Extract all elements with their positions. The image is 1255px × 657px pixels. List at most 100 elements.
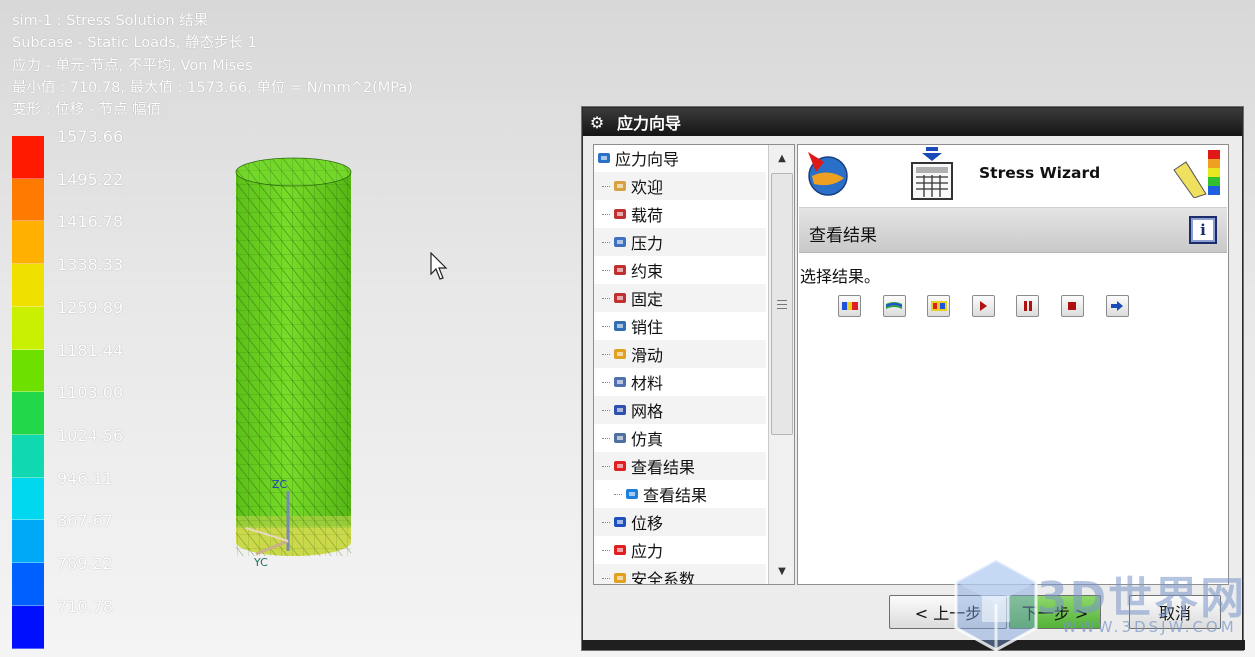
- contour-plot-icon[interactable]: [838, 295, 861, 317]
- tree-item-label: 欢迎: [631, 178, 664, 197]
- tree-item[interactable]: 滑动: [594, 340, 766, 368]
- tree-item[interactable]: 查看结果: [594, 452, 766, 480]
- info-line-subcase: Subcase - Static Loads, 静态步长 1: [12, 35, 257, 52]
- legend-swatch: [12, 477, 44, 521]
- wizard-header: Stress Wizard: [798, 145, 1228, 203]
- tree-item[interactable]: 载荷: [594, 200, 766, 228]
- legend-value-label: 789.22: [57, 554, 113, 574]
- tree-item-label: 网格: [631, 402, 664, 421]
- gear-icon[interactable]: ⚙: [587, 112, 607, 132]
- deformed-plot-icon[interactable]: [882, 295, 906, 317]
- cube-logo-icon: [954, 558, 1038, 652]
- legend-swatch: [12, 435, 44, 478]
- tree-item[interactable]: 网格: [594, 396, 766, 424]
- legend-swatch: [12, 264, 44, 307]
- watermark-title: 3D世界网: [1037, 573, 1247, 624]
- legend-value-label: 1338.33: [57, 255, 124, 275]
- wizard-step-tree[interactable]: 应力向导 欢迎 载荷 压力 约束 固定 销住 滑动 材料 网格 仿真 查看结果 查看结果 位移 应力 安全系数…: [593, 144, 795, 585]
- pause-icon[interactable]: [1016, 295, 1040, 317]
- legend-value-label: 867.67: [57, 511, 113, 531]
- legend-swatch: [12, 563, 44, 606]
- info-line-minmax: 最小值 : 710.78, 最大值 : 1573.66, 单位 = N/mm^2…: [12, 79, 413, 96]
- results-current-icon: [624, 486, 640, 502]
- tree-item[interactable]: 材料: [594, 368, 766, 396]
- legend-value-label: 1416.78: [57, 212, 124, 232]
- info-line-solution: sim-1 : Stress Solution 结果: [12, 13, 209, 29]
- yc-axis-label: YC: [253, 556, 268, 569]
- legend-value-label: 1573.66: [57, 127, 124, 146]
- tree-item-label: 应力: [631, 542, 664, 561]
- legend-swatch: [12, 178, 44, 222]
- legend-value-label: 710.78: [57, 596, 113, 616]
- tree-item-label: 固定: [631, 290, 664, 309]
- legend-swatch: [12, 221, 44, 265]
- dialog-titlebar[interactable]: ⚙ 应力向导: [583, 108, 1242, 136]
- tree-item[interactable]: 应力向导: [594, 145, 766, 172]
- scroll-up-icon[interactable]: ▲: [769, 145, 794, 171]
- tree-item-label: 约束: [631, 262, 664, 281]
- mouse-cursor-icon: [430, 252, 448, 280]
- tree-item[interactable]: 压力: [594, 228, 766, 256]
- tree-connector: [602, 269, 610, 271]
- tree-item[interactable]: 仿真: [594, 424, 766, 452]
- tree-item[interactable]: 固定: [594, 284, 766, 312]
- tree-item-label: 应力向导: [615, 150, 680, 169]
- stress-model-cylinder[interactable]: ZC YC: [226, 156, 366, 576]
- play-icon[interactable]: [971, 295, 995, 317]
- load-icon: [612, 206, 628, 222]
- legend-value-label: 1495.22: [57, 169, 124, 189]
- tree-connector: [602, 241, 610, 243]
- legend-value-label: 946.11: [57, 468, 113, 488]
- tree-connector: [602, 353, 610, 355]
- site-watermark: 3D世界网 WWW.3DSJW.COM: [952, 556, 1252, 654]
- tree-item[interactable]: 位移: [594, 508, 766, 536]
- tree-connector: [614, 493, 622, 495]
- legend-value-label: 1259.89: [57, 297, 124, 317]
- tree-item[interactable]: 应力: [594, 536, 766, 564]
- tree-connector: [602, 213, 610, 215]
- tree-item[interactable]: 欢迎: [594, 172, 766, 200]
- tree-item[interactable]: 查看结果: [594, 480, 766, 508]
- simulation-icon: [612, 430, 628, 446]
- tree-connector: [602, 465, 610, 467]
- tree-item-label: 销住: [631, 318, 664, 337]
- legend-swatch: [12, 306, 44, 350]
- result-toolbar: [838, 295, 1129, 317]
- material-icon: [612, 374, 628, 390]
- tree-item-label: 安全系数: [631, 570, 696, 585]
- constraint-icon: [612, 262, 628, 278]
- tree-connector: [602, 409, 610, 411]
- pin-icon: [612, 318, 628, 334]
- table-calc-icon: [911, 147, 953, 200]
- stop-icon[interactable]: [1060, 295, 1084, 317]
- tree-connector: [602, 521, 610, 523]
- tree-scrollbar[interactable]: ▲ ▼: [768, 145, 794, 584]
- welcome-icon: [612, 178, 628, 194]
- wizard-step-panel: Stress Wizard 查看结果 i 选择结果。: [797, 144, 1229, 585]
- info-line-deformation: 变形 : 位移 - 节点 幅值: [12, 102, 162, 119]
- legend-value-label: 1103.00: [57, 383, 124, 403]
- tree-item-label: 查看结果: [631, 458, 696, 477]
- legend-swatch: [12, 349, 44, 393]
- tree-item-label: 仿真: [631, 430, 664, 449]
- section-header: 查看结果 i: [799, 207, 1227, 253]
- scroll-down-icon[interactable]: ▼: [769, 558, 794, 584]
- tree-item[interactable]: 约束: [594, 256, 766, 284]
- wizard-icon: [596, 150, 612, 166]
- fringe-plot-icon[interactable]: [927, 295, 951, 317]
- tree-item[interactable]: 安全系数: [594, 564, 766, 585]
- info-icon[interactable]: i: [1189, 216, 1217, 244]
- mesh-icon: [612, 402, 628, 418]
- tree-item-label: 材料: [631, 374, 664, 393]
- dialog-title: 应力向导: [617, 114, 682, 133]
- scroll-thumb[interactable]: [771, 173, 793, 435]
- next-icon[interactable]: [1105, 295, 1129, 317]
- globe-arrow-icon: [808, 152, 848, 196]
- ruler-colorbar-icon: [1173, 150, 1220, 198]
- tree-connector: [602, 185, 610, 187]
- displacement-icon: [612, 514, 628, 530]
- safety-factor-icon: [612, 570, 628, 584]
- tree-item[interactable]: 销住: [594, 312, 766, 340]
- zc-axis-label: ZC: [272, 478, 288, 491]
- legend-swatch: [12, 605, 44, 649]
